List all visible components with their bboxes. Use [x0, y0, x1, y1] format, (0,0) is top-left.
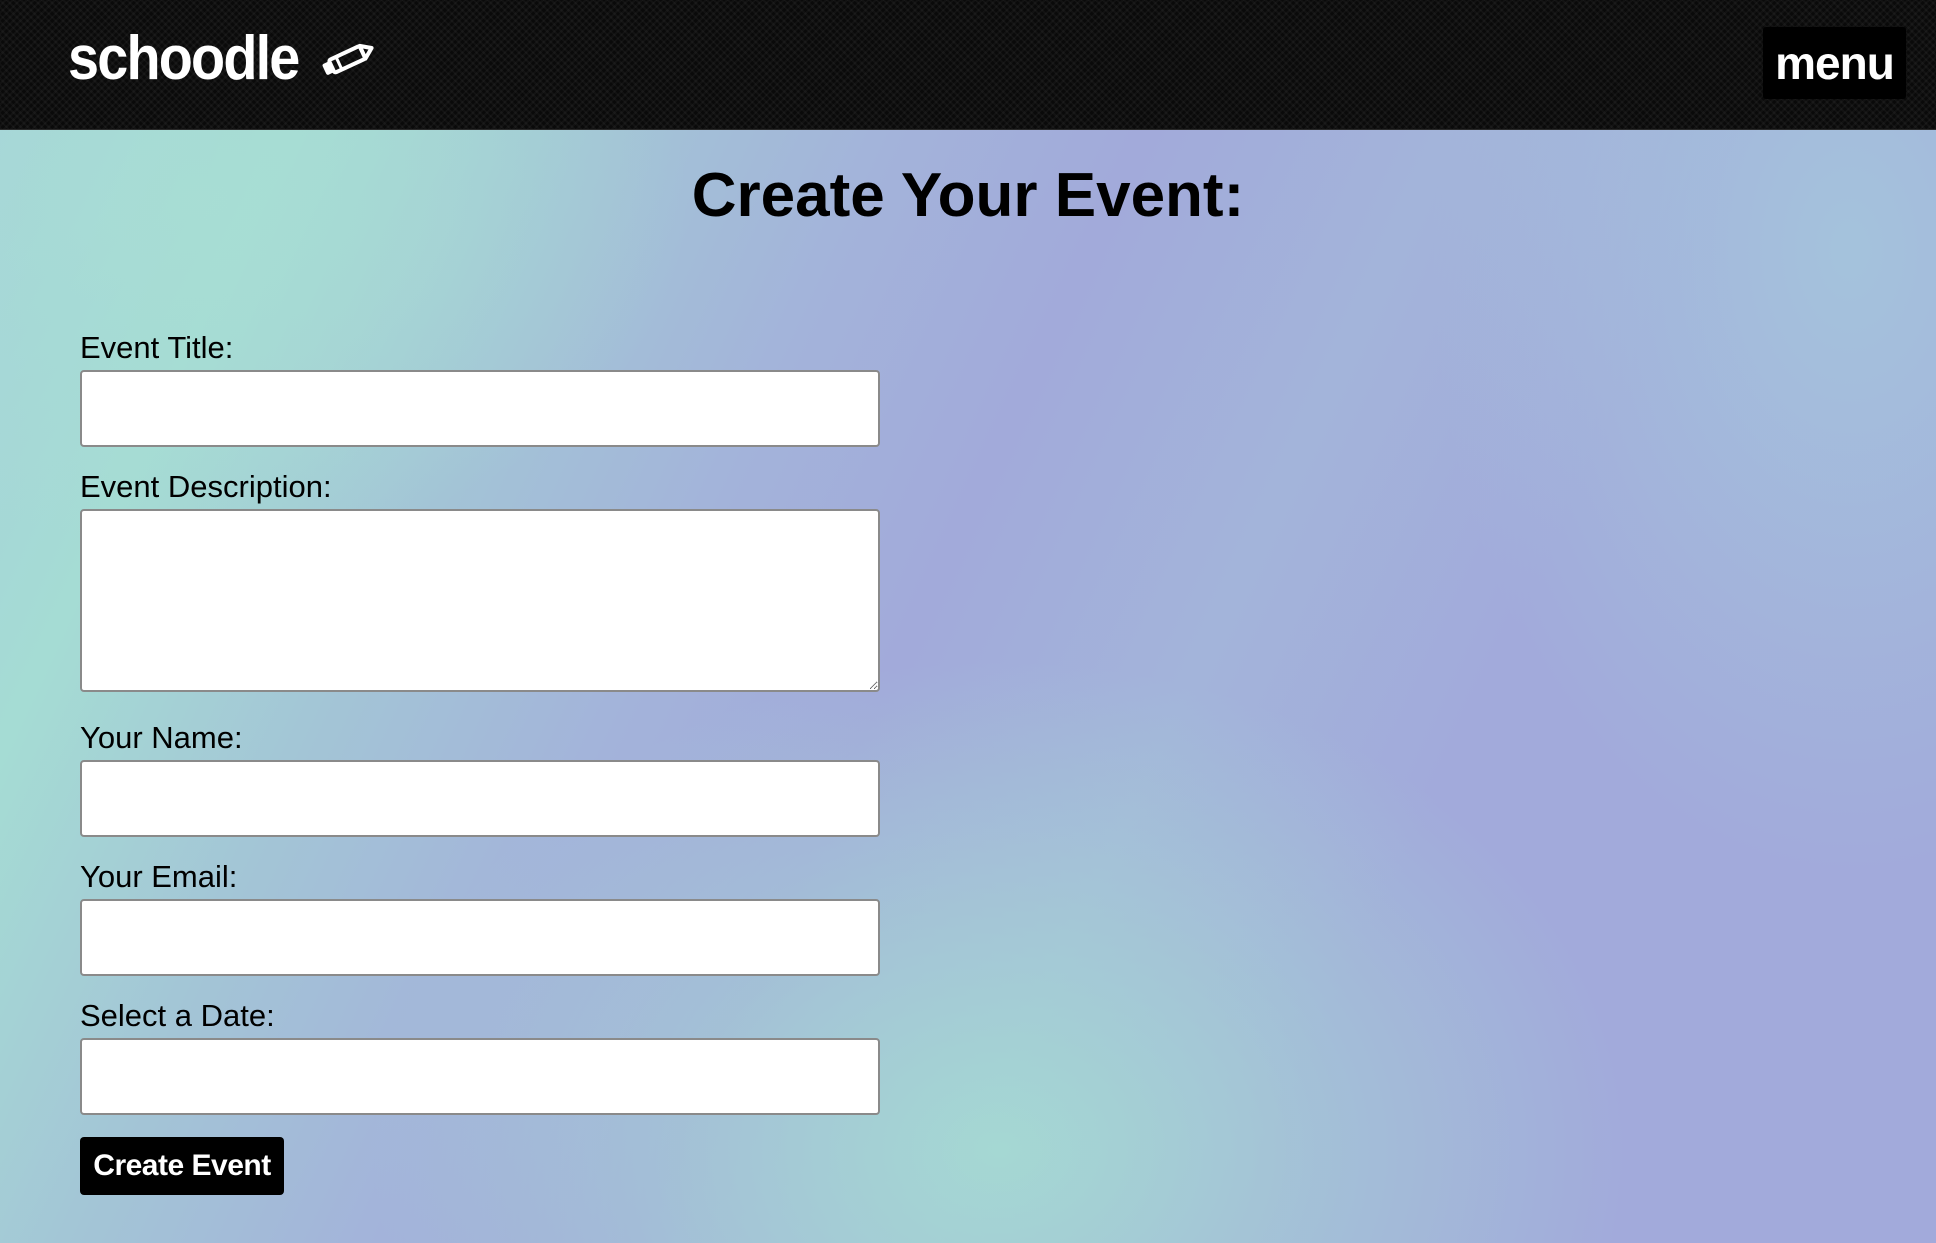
- event-description-label: Event Description:: [80, 469, 332, 504]
- create-event-button[interactable]: Create Event: [80, 1137, 284, 1195]
- event-description-textarea[interactable]: [80, 509, 880, 692]
- brand-logo[interactable]: schoodle: [68, 28, 378, 90]
- event-title-label: Event Title:: [80, 330, 234, 365]
- pencil-icon: [322, 43, 374, 75]
- your-name-label: Your Name:: [80, 720, 243, 755]
- your-email-label: Your Email:: [80, 859, 238, 894]
- top-navbar: schoodle menu: [0, 0, 1936, 130]
- brand-name: schoodle: [68, 24, 300, 93]
- menu-button[interactable]: menu: [1763, 27, 1906, 99]
- page-title: Create Your Event:: [691, 161, 1245, 230]
- date-input[interactable]: [80, 1038, 880, 1115]
- select-date-label: Select a Date:: [80, 998, 275, 1033]
- event-title-input[interactable]: [80, 370, 880, 447]
- your-name-input[interactable]: [80, 760, 880, 837]
- create-event-form: Event Title: Event Description: Your Nam…: [80, 330, 880, 1195]
- your-email-input[interactable]: [80, 899, 880, 976]
